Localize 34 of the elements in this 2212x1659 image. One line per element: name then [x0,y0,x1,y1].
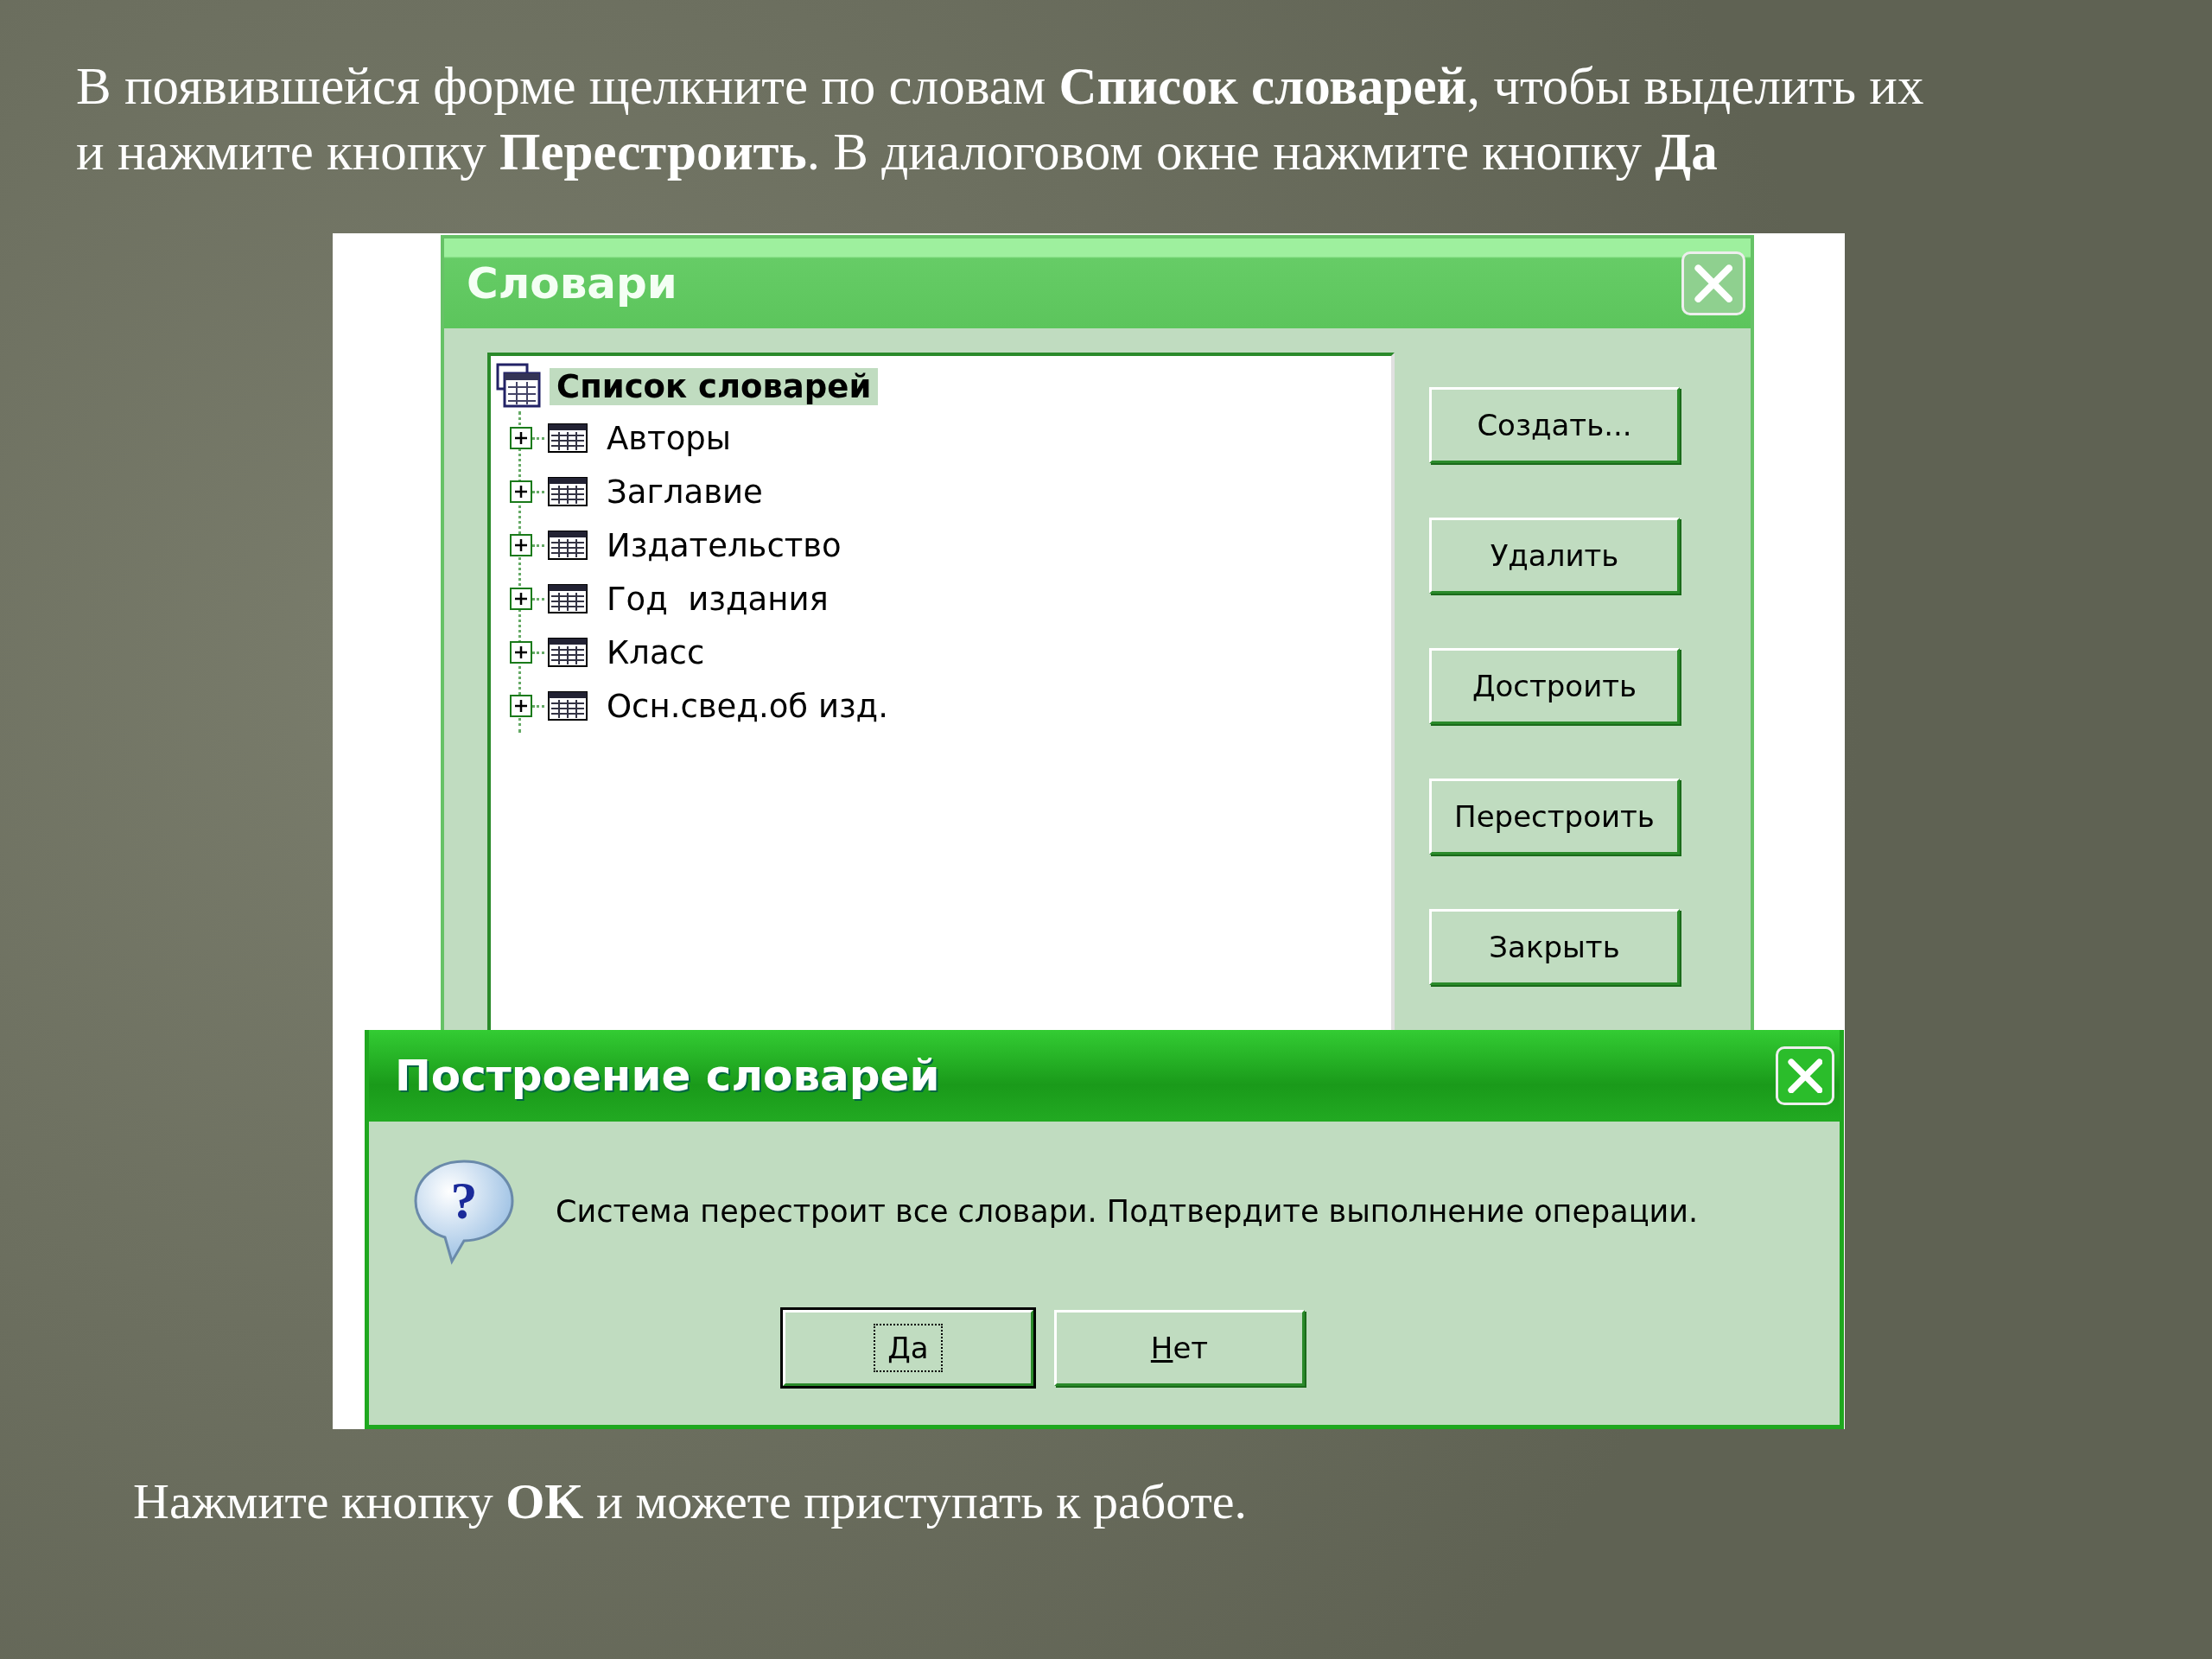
dialog-button[interactable]: Нет [1054,1310,1305,1386]
tree-item[interactable]: Список словарей [550,367,879,405]
message-text: Система перестроит все словари. Подтвердите выполнение операции. [556,1194,1699,1229]
window-title: Словари [467,258,677,308]
table-icon [548,423,588,453]
dialog-title: Построение словарей [395,1051,940,1101]
x-icon [1694,264,1733,303]
tree-item[interactable]: Авторы [600,419,738,457]
tree-item[interactable]: Год издания [600,580,836,618]
tree-item[interactable]: Осн.свед.об изд. [600,687,895,725]
dialog-button[interactable]: Создать... [1429,387,1680,463]
plus-box-icon[interactable] [510,480,532,503]
tree-item[interactable]: Заглавие [600,473,770,511]
plus-box-icon[interactable] [510,695,532,717]
tree-item[interactable]: Издательство [600,526,849,564]
dialog-button[interactable]: Закрыть [1429,909,1680,985]
footer-text: Нажмите кнопку OK и можете приступать к работе. [133,1472,1248,1530]
dialog-button[interactable]: Да [783,1310,1033,1386]
table-icon [548,691,588,721]
x-icon [1787,1058,1823,1094]
dialog-button[interactable]: Перестроить [1429,779,1680,855]
tables-icon [496,363,543,410]
instruction-text: В появившейся форме щелкните по словам Список словарей, чтобы выделить их и нажмите кнопку Перестроить. В диалоговом окне нажмите кнопку Да [76,56,1924,182]
table-icon [548,477,588,506]
dialog-button[interactable]: Достроить [1429,648,1680,724]
plus-box-icon[interactable] [510,588,532,610]
table-icon [548,638,588,667]
table-icon [548,531,588,560]
plus-box-icon[interactable] [510,534,532,556]
plus-box-icon[interactable] [510,427,532,449]
dialog-button[interactable]: Удалить [1429,518,1680,594]
table-icon [548,584,588,613]
plus-box-icon[interactable] [510,641,532,664]
tree-item[interactable]: Класс [600,633,712,671]
